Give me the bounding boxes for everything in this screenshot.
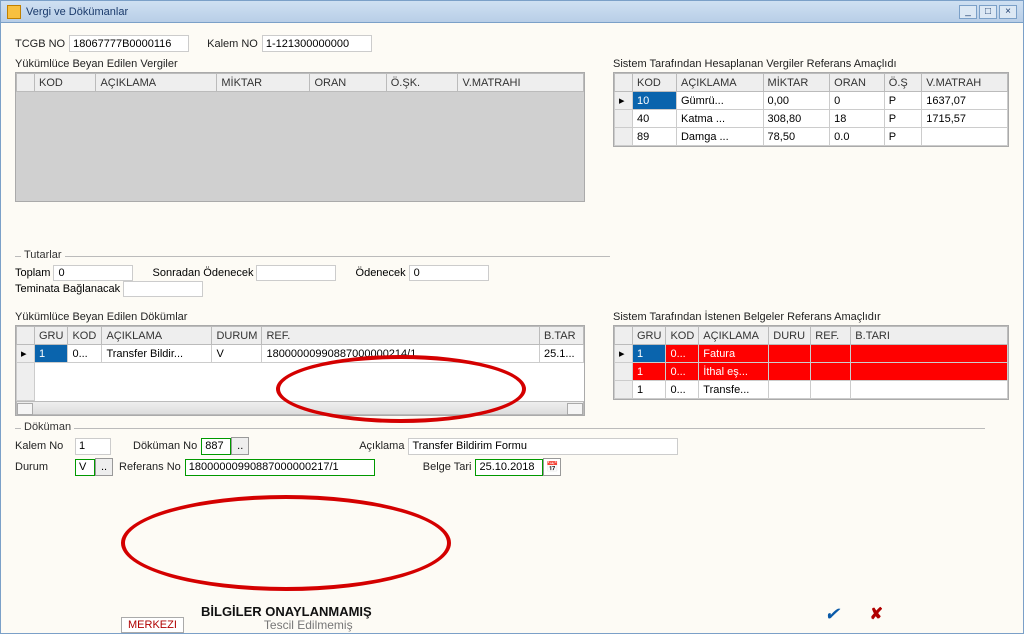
- teminat-value[interactable]: [123, 281, 203, 297]
- app-icon: [7, 5, 21, 19]
- close-button[interactable]: ×: [999, 5, 1017, 19]
- col-kod[interactable]: KOD: [35, 74, 96, 92]
- merkezi-badge: MERKEZI: [121, 617, 184, 633]
- tax-system-grid[interactable]: KOD AÇIKLAMA MİKTAR ORAN Ö.Ş V.MATRAH ▸ …: [613, 72, 1009, 147]
- tax-declared-title: Yükümlüce Beyan Edilen Vergiler: [15, 58, 585, 70]
- h-scrollbar[interactable]: [16, 401, 584, 415]
- table-row[interactable]: 1 0... İthal eş...: [615, 363, 1008, 381]
- table-row[interactable]: ▸ 1 0... Transfer Bildir... V 1800000099…: [17, 345, 584, 363]
- dokuman-legend: Döküman: [21, 421, 74, 433]
- col-aciklama[interactable]: AÇIKLAMA: [96, 74, 217, 92]
- dok-aciklama-input[interactable]: [408, 438, 678, 455]
- tax-declared-grid[interactable]: KOD AÇIKLAMA MİKTAR ORAN Ö.ŞK. V.MATRAHI: [15, 72, 585, 202]
- minimize-button[interactable]: _: [959, 5, 977, 19]
- table-row[interactable]: 40 Katma ... 308,80 18 P 1715,57: [615, 110, 1008, 128]
- table-row[interactable]: ▸ 10 Gümrü... 0,00 0 P 1637,07: [615, 92, 1008, 110]
- odenecek-value[interactable]: 0: [409, 265, 489, 281]
- dok-ref-input[interactable]: [185, 459, 375, 476]
- col-oran[interactable]: ORAN: [310, 74, 386, 92]
- toplam-value[interactable]: 0: [53, 265, 133, 281]
- table-row[interactable]: ▸ 1 0... Fatura: [615, 345, 1008, 363]
- dokuman-fieldset: Döküman Kalem No Döküman No .. Açıklama …: [15, 428, 985, 476]
- docs-system-grid[interactable]: GRU KOD AÇIKLAMA DURU REF. B.TARI ▸ 1 0.…: [613, 325, 1009, 400]
- col-matrah[interactable]: V.MATRAHI: [458, 74, 584, 92]
- window-title: Vergi ve Dökümanlar: [26, 6, 957, 18]
- status-strip: MERKEZI Tescil Edilmemiş: [121, 617, 901, 633]
- docs-system-title: Sistem Tarafından İstenen Belgeler Refer…: [613, 311, 1009, 323]
- docs-declared-title: Yükümlüce Beyan Edilen Dökümlar: [15, 311, 585, 323]
- table-row[interactable]: 1 0... Transfe...: [615, 381, 1008, 399]
- ref-cell[interactable]: 18000000990887000000214/1: [262, 345, 540, 363]
- dok-no-input[interactable]: [201, 438, 231, 455]
- tax-system-title: Sistem Tarafından Hesaplanan Vergiler Re…: [613, 58, 1009, 70]
- dok-no-lookup-button[interactable]: ..: [231, 437, 249, 455]
- dok-kalem-input[interactable]: [75, 438, 111, 455]
- amounts-legend: Tutarlar: [21, 249, 65, 261]
- tcgb-input[interactable]: [69, 35, 189, 52]
- titlebar[interactable]: Vergi ve Dökümanlar _ □ ×: [1, 1, 1023, 23]
- kalem-label: Kalem NO: [207, 38, 258, 50]
- maximize-button[interactable]: □: [979, 5, 997, 19]
- dok-durum-input[interactable]: [75, 459, 95, 476]
- dok-belge-input[interactable]: [475, 459, 543, 476]
- calendar-icon[interactable]: 📅: [543, 458, 561, 476]
- col-miktar[interactable]: MİKTAR: [217, 74, 310, 92]
- sonradan-value[interactable]: [256, 265, 336, 281]
- tcgb-label: TCGB NO: [15, 38, 65, 50]
- tescil-status: Tescil Edilmemiş: [264, 618, 353, 632]
- annotation-oval-2: [121, 495, 451, 591]
- table-row[interactable]: 89 Damga ... 78,50 0.0 P: [615, 128, 1008, 146]
- app-window: Vergi ve Dökümanlar _ □ × TCGB NO Kalem …: [0, 0, 1024, 634]
- kalem-input[interactable]: [262, 35, 372, 52]
- docs-declared-grid[interactable]: GRU KOD AÇIKLAMA DURUM REF. B.TAR ▸ 1 0.…: [15, 325, 585, 416]
- amounts-fieldset: Tutarlar Toplam0 Sonradan Ödenecek Ödene…: [15, 256, 610, 297]
- col-osk[interactable]: Ö.ŞK.: [386, 74, 458, 92]
- header-row: TCGB NO Kalem NO: [15, 35, 1009, 52]
- dok-durum-lookup-button[interactable]: ..: [95, 458, 113, 476]
